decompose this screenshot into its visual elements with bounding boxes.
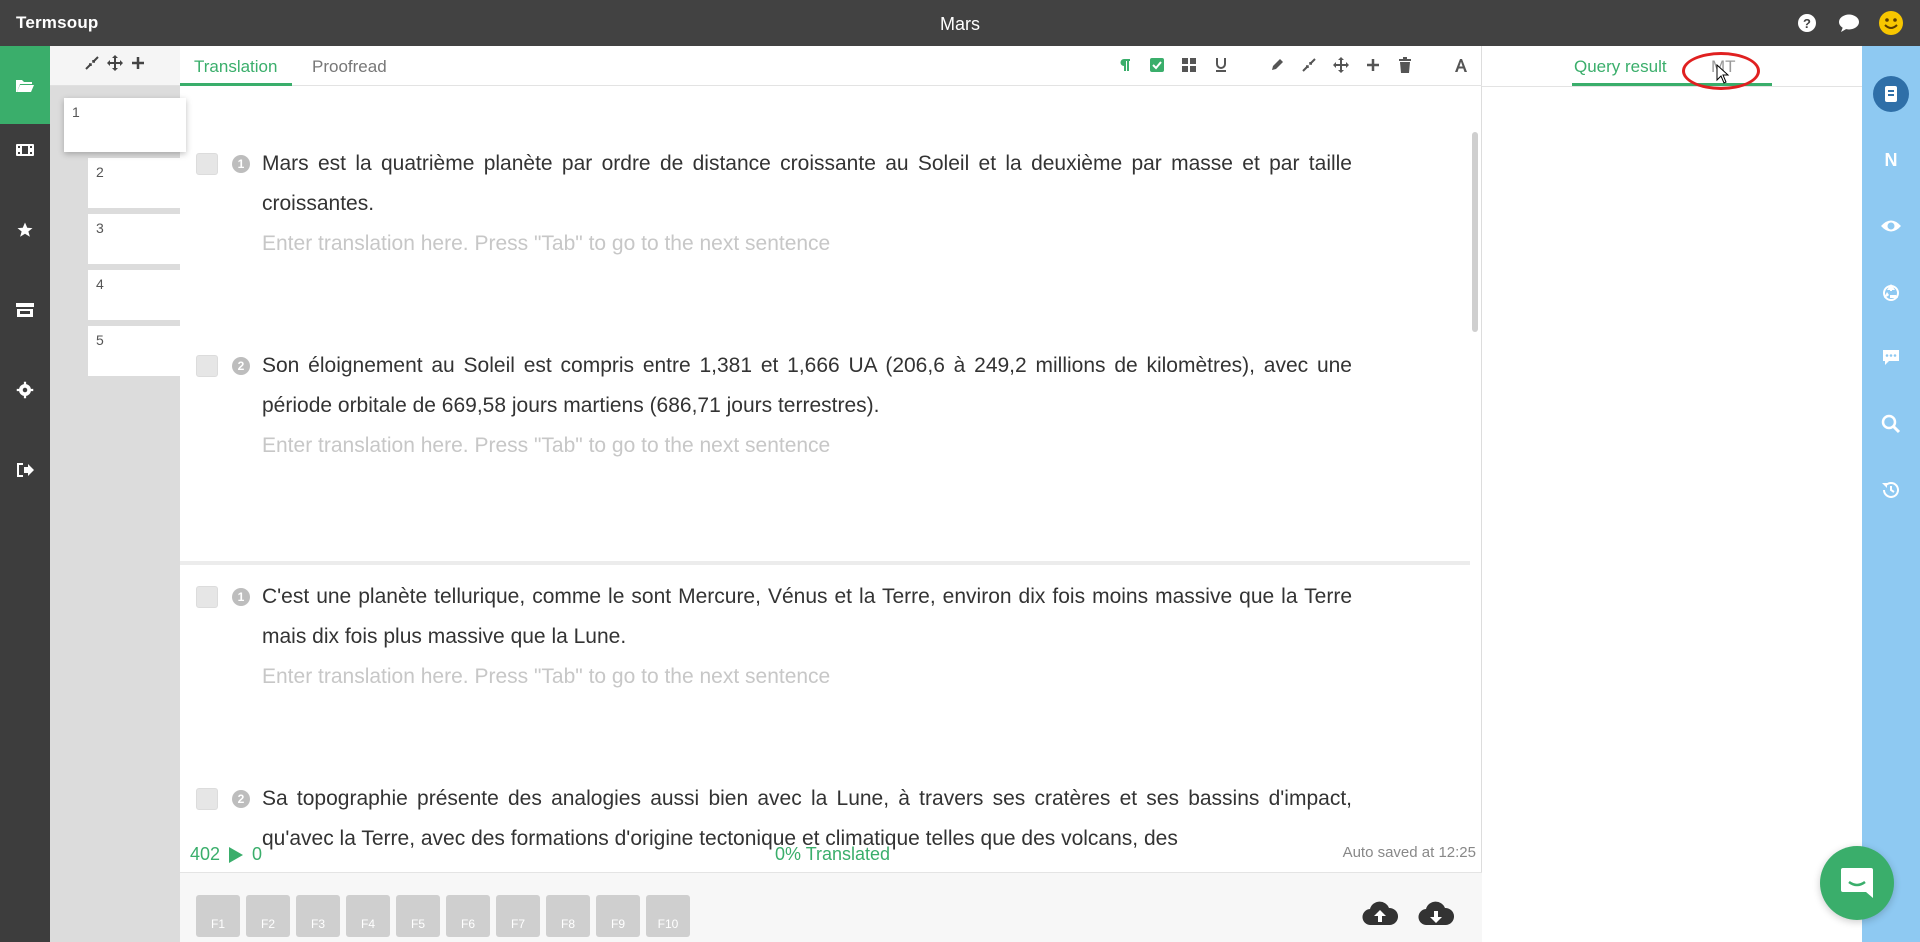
sentence-number: 2 xyxy=(232,790,250,808)
sentence-number: 1 xyxy=(232,588,250,606)
source-text: Son éloignement au Soleil est compris en… xyxy=(262,354,1352,417)
notebook-icon[interactable] xyxy=(1862,74,1920,114)
font-icon[interactable] xyxy=(1450,54,1472,76)
n-icon[interactable]: N xyxy=(1862,140,1920,180)
svg-text:?: ? xyxy=(1803,16,1811,31)
sign-out-icon[interactable] xyxy=(0,444,50,496)
left-sidebar xyxy=(0,46,50,942)
move-icon[interactable] xyxy=(107,55,123,76)
chat-bubble-icon[interactable] xyxy=(1836,10,1862,36)
tab-translation[interactable]: Translation xyxy=(194,57,277,77)
store-icon[interactable] xyxy=(0,284,50,336)
trash-icon[interactable] xyxy=(1394,54,1416,76)
fkey-button[interactable]: F5 xyxy=(396,895,440,937)
fkey-button[interactable]: F2 xyxy=(246,895,290,937)
translation-input[interactable]: Enter translation here. Press "Tab" to g… xyxy=(262,232,830,256)
translation-input[interactable]: Enter translation here. Press "Tab" to g… xyxy=(262,434,830,458)
fkey-button[interactable]: F1 xyxy=(196,895,240,937)
thumbnail-2[interactable]: 2 xyxy=(88,158,180,208)
check-square-icon[interactable] xyxy=(1146,54,1168,76)
fkey-button[interactable]: F9 xyxy=(596,895,640,937)
settings-gear-icon[interactable] xyxy=(0,364,50,416)
autosave-status: Auto saved at 12:25 xyxy=(1342,844,1476,861)
status-bar: 402 0 0% Translated Auto saved at 12:25 xyxy=(180,834,1482,874)
folder-open-icon[interactable] xyxy=(0,46,50,124)
thumbnail-1[interactable]: 1 xyxy=(64,98,186,152)
played-count: 0 xyxy=(252,844,263,864)
underline-icon[interactable] xyxy=(1210,54,1232,76)
source-text: C'est une planète tellurique, comme le s… xyxy=(262,585,1352,648)
paragraph-icon[interactable] xyxy=(1114,54,1136,76)
sentence-number: 1 xyxy=(232,155,250,173)
thumbnail-3[interactable]: 3 xyxy=(88,214,180,264)
divider xyxy=(1482,86,1862,87)
fkey-button[interactable]: F10 xyxy=(646,895,690,937)
film-icon[interactable] xyxy=(0,124,50,176)
thumbnail-5[interactable]: 5 xyxy=(88,326,180,376)
sentence-checkbox[interactable] xyxy=(196,586,218,608)
translated-progress: 0% Translated xyxy=(775,844,891,864)
grid-icon[interactable] xyxy=(1178,54,1200,76)
mouse-cursor-icon xyxy=(1716,63,1730,89)
fkey-button[interactable]: F8 xyxy=(546,895,590,937)
sentence-list: 1 Mars est la quatrième planète par ordr… xyxy=(180,87,1482,857)
function-keys-bar: F1 F2 F3 F4 F5 F6 F7 F8 F9 F10 xyxy=(180,872,1482,942)
editor-tabs: Translation Proofread xyxy=(180,46,1482,86)
page-divider xyxy=(180,561,1470,565)
recycle-icon[interactable] xyxy=(1862,272,1920,312)
sentence-checkbox[interactable] xyxy=(196,788,218,810)
comment-icon[interactable] xyxy=(1862,338,1920,378)
tab-query-result[interactable]: Query result xyxy=(1574,57,1667,77)
upload-cloud-icon[interactable] xyxy=(1360,897,1400,933)
right-toolbar: N xyxy=(1862,46,1920,942)
eye-icon[interactable] xyxy=(1862,206,1920,246)
translation-input[interactable]: Enter translation here. Press "Tab" to g… xyxy=(262,665,830,689)
page-thumbnails: 1 2 3 4 5 xyxy=(50,46,186,942)
sentence-number: 2 xyxy=(232,357,250,375)
fkey-button[interactable]: F4 xyxy=(346,895,390,937)
fkey-button[interactable]: F7 xyxy=(496,895,540,937)
move-icon[interactable] xyxy=(1330,54,1352,76)
source-text: Mars est la quatrième planète par ordre … xyxy=(262,152,1352,215)
right-panel: Query result MT xyxy=(1482,46,1862,942)
top-bar: Termsoup Mars ? xyxy=(0,0,1920,46)
star-icon[interactable] xyxy=(0,204,50,256)
play-icon[interactable] xyxy=(228,846,244,864)
pencil-icon[interactable] xyxy=(1266,54,1288,76)
user-avatar-icon[interactable] xyxy=(1878,10,1904,36)
search-icon[interactable] xyxy=(1862,404,1920,444)
tab-underline xyxy=(180,83,292,86)
sentence-checkbox[interactable] xyxy=(196,355,218,377)
sentence-checkbox[interactable] xyxy=(196,153,218,175)
fkey-button[interactable]: F3 xyxy=(296,895,340,937)
add-icon[interactable] xyxy=(131,56,145,75)
document-title: Mars xyxy=(940,14,980,34)
history-icon[interactable] xyxy=(1862,470,1920,510)
compress-icon[interactable] xyxy=(85,56,99,75)
word-count: 402 xyxy=(190,844,221,864)
add-icon[interactable] xyxy=(1362,54,1384,76)
download-cloud-icon[interactable] xyxy=(1416,897,1456,933)
chat-launcher-button[interactable] xyxy=(1820,846,1894,920)
tab-proofread[interactable]: Proofread xyxy=(312,57,387,77)
editor-panel: Translation Proofread 1 Mars est la quat… xyxy=(180,46,1482,942)
help-icon[interactable]: ? xyxy=(1794,10,1820,36)
thumbnail-4[interactable]: 4 xyxy=(88,270,180,320)
compress-icon[interactable] xyxy=(1298,54,1320,76)
fkey-button[interactable]: F6 xyxy=(446,895,490,937)
scrollbar-thumb[interactable] xyxy=(1472,132,1478,332)
